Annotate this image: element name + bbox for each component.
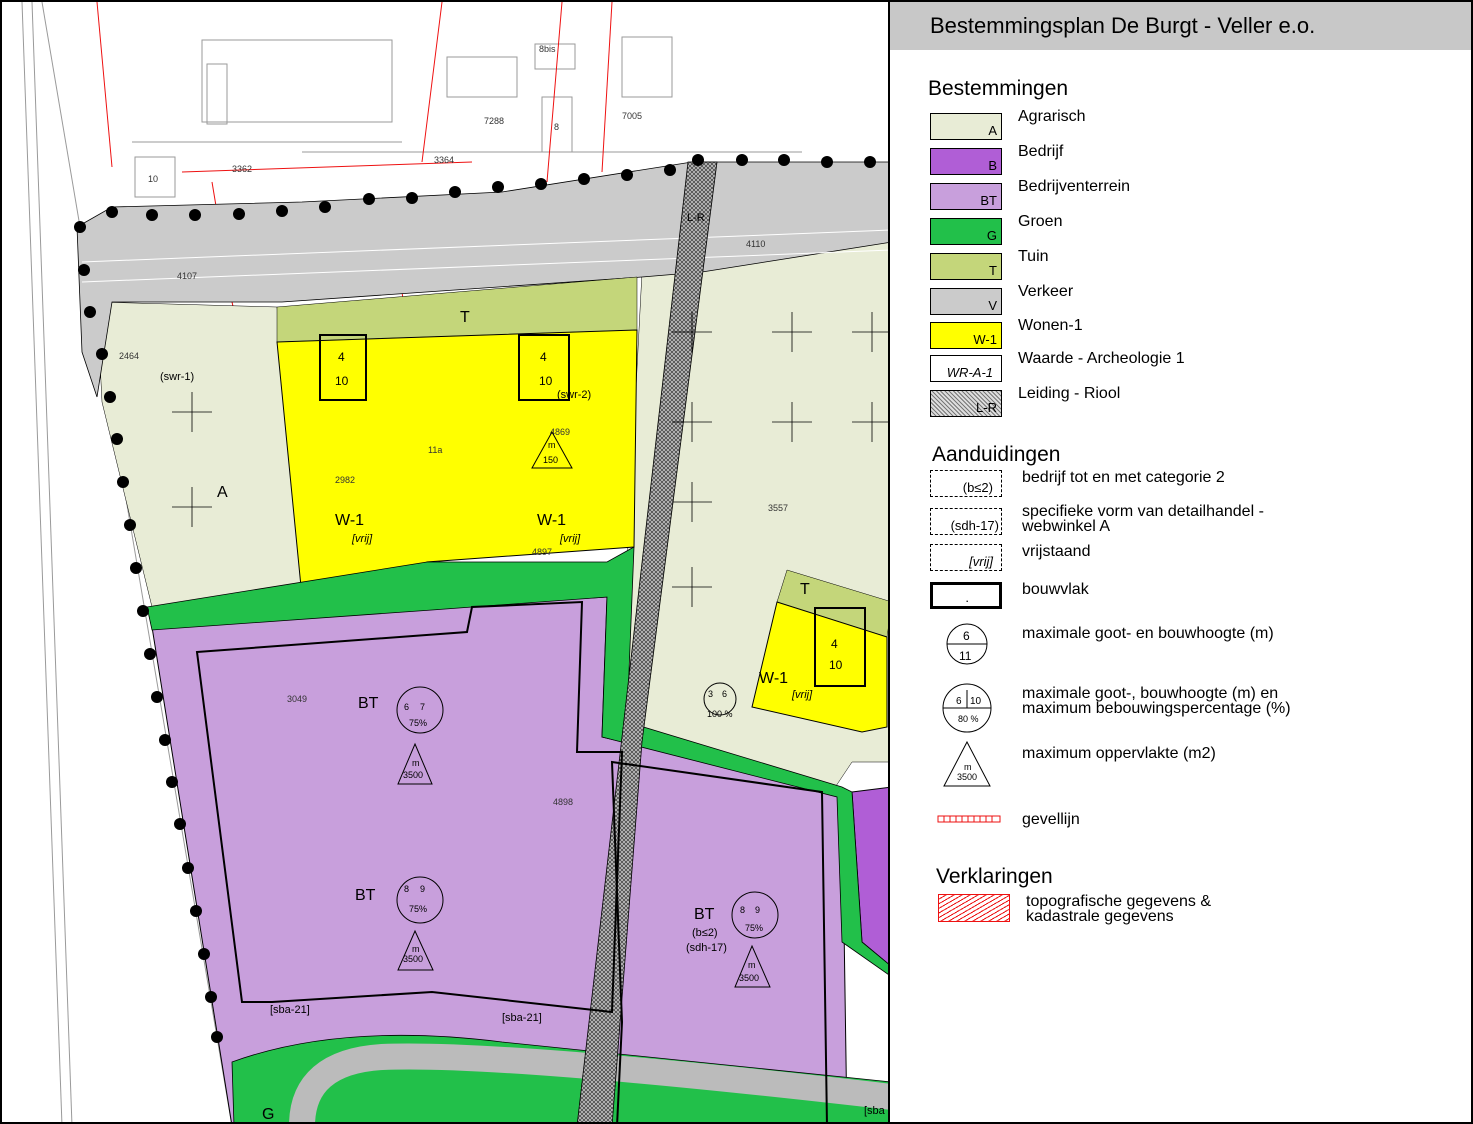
legend-title: Bestemmingsplan De Burgt - Veller e.o. [890,2,1471,50]
parcel-number: 4869 [550,427,570,437]
height-goot: 4 [338,350,345,364]
height-goot: 3 [708,689,713,699]
area-unit: m [548,440,556,450]
label-wonen-1c: W-1 [759,670,788,687]
height-goot: 6 [404,702,409,712]
parcel-number: 3557 [768,503,788,513]
label-sba-3: [sba [864,1105,886,1117]
label-agrarisch: A [217,484,228,501]
svg-text:10: 10 [970,696,982,707]
label-bt-2: BT [355,887,376,904]
height-goot: 8 [404,884,409,894]
svg-text:6: 6 [963,629,970,643]
parcel-number: 4897 [532,547,552,557]
area-unit: m [748,960,756,970]
parcel-number: 4898 [553,797,573,807]
parcel-number: 4107 [177,271,197,281]
area-unit: m [412,944,420,954]
legend-panel: Bestemmingsplan De Burgt - Veller e.o. B… [890,0,1473,1124]
height-bouw: 9 [755,905,760,915]
max-oppervlakte-symbol: m 3500 [943,740,991,787]
height-pct: 75% [409,718,427,728]
svg-text:3500: 3500 [957,772,977,782]
swatch-bedrijventerrein: BT [930,183,1002,210]
swatch-bedrijf: B [930,148,1002,175]
parcel-number: 2464 [119,351,139,361]
parcel-number: 10 [148,174,158,184]
swatch-groen: G [930,218,1002,245]
parcel-number: 7288 [484,116,504,126]
swatch-bedrijf-cat2: (b≤2) [930,470,1002,497]
swatch-webwinkel: (sdh-17) [930,508,1002,535]
parcel-number: 7005 [622,111,642,121]
height-bouw: 9 [420,884,425,894]
height-pct: 100 % [707,709,733,719]
gevellijn-symbol [937,815,1001,823]
parcel-number: 4110 [746,239,765,249]
height-bouw: 6 [722,689,727,699]
bebouwingspercentage-symbol: 6 10 80 % [942,683,992,733]
parcel-number: 3049 [287,694,307,704]
svg-text:80 %: 80 % [958,714,979,724]
label-wonen-1b: W-1 [537,512,566,529]
height-bouw: 10 [829,658,843,672]
swatch-tuin: T [930,253,1002,280]
area-value: 3500 [403,770,423,780]
parcel-number: 11a [428,445,442,455]
height-bouw: 7 [420,702,425,712]
swatch-vrijstaand: [vrij] [930,544,1002,571]
label-wonen-1a: W-1 [335,512,364,529]
label-bt-1: BT [358,695,379,712]
label-bt-3: BT [694,906,715,923]
swatch-archeologie: WR-A-1 [930,355,1002,382]
label-vrij-3: [vrij] [791,689,813,701]
height-goot: 4 [540,350,547,364]
area-value: 3500 [403,954,423,964]
parcel-number: 8 [554,122,559,132]
svg-text:11: 11 [959,649,972,663]
swatch-bouwvlak: . [930,582,1002,609]
label-tuin-1: T [460,309,470,326]
label-sba-1: [sba-21] [270,1004,310,1016]
parcel-number: 3364 [434,155,454,165]
svg-text:6: 6 [956,696,962,707]
label-groen: G [262,1106,274,1123]
label-swr-2: (swr-2) [557,389,591,401]
area-unit: m [412,758,420,768]
parcel-number: 2982 [335,475,355,485]
label-vrij-1: [vrij] [351,533,373,545]
svg-text:m: m [964,762,972,772]
label-sdh: (sdh-17) [686,942,727,954]
area-value: 3500 [739,973,759,983]
label-sba-2: [sba-21] [502,1012,542,1024]
goot-bouwhoogte-symbol: 6 11 [946,623,988,665]
aanduidingen-heading: Aanduidingen [932,443,1061,466]
height-bouw: 10 [335,374,349,388]
label-swr-1: (swr-1) [160,371,194,383]
zoning-map[interactable]: A T T G W-1 W-1 W-1 BT BT BT [vrij] [vri… [0,0,890,1124]
swatch-leiding-riool: L-R [930,390,1002,417]
label-b2: (b≤2) [692,927,718,939]
area-value: 150 [543,455,558,465]
height-goot: 4 [831,637,838,651]
parcel-number: 3362 [232,164,252,174]
zoning-map-canvas: A T T G W-1 W-1 W-1 BT BT BT [vrij] [vri… [2,2,888,1123]
height-pct: 75% [409,904,427,914]
swatch-wonen-1: W-1 [930,322,1002,349]
bestemmingen-heading: Bestemmingen [928,77,1069,100]
verklaringen-heading: Verklaringen [936,865,1053,888]
label-lr: L-R [687,212,705,224]
label-vrij-2: [vrij] [559,533,581,545]
label-tuin-2: T [800,581,810,598]
height-bouw: 10 [539,374,553,388]
swatch-agrarisch: A [930,113,1002,140]
swatch-topografie [938,894,1010,922]
parcel-number: 8bis [539,44,556,54]
height-pct: 75% [745,923,763,933]
height-goot: 8 [740,905,745,915]
swatch-verkeer: V [930,288,1002,315]
